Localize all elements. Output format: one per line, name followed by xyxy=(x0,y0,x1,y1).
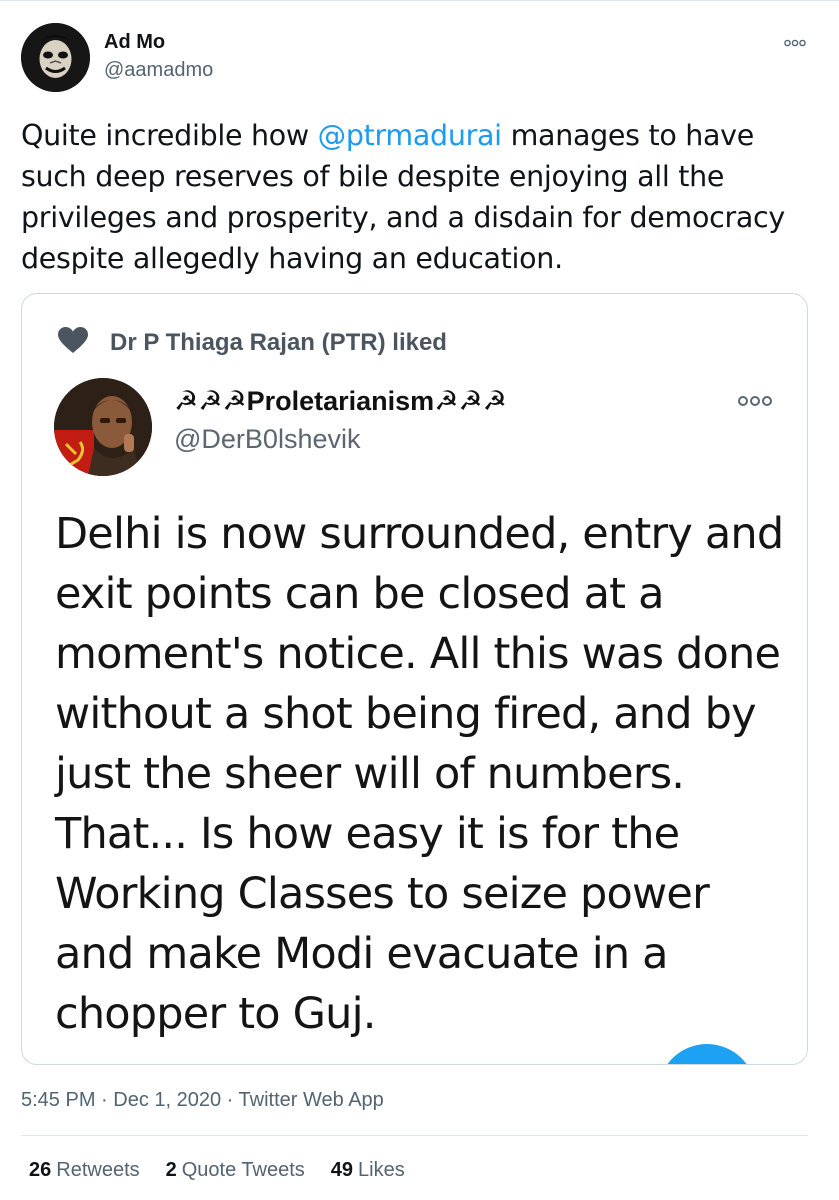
heart-icon xyxy=(58,327,88,359)
tweet-text: Quite incredible how @ptrmadurai manages… xyxy=(21,115,811,279)
divider xyxy=(21,1135,808,1136)
more-options-icon[interactable] xyxy=(780,33,810,53)
author-name[interactable]: Ad Mo xyxy=(104,31,165,54)
tweet-page: Ad Mo @aamadmo Quite incredible how @ptr… xyxy=(0,0,839,1200)
mention-link[interactable]: @ptrmadurai xyxy=(318,119,502,152)
retweets-label: Retweets xyxy=(56,1159,140,1181)
retweets-count: 26 xyxy=(29,1159,52,1181)
likes-count: 49 xyxy=(330,1159,354,1181)
compose-fab xyxy=(658,1044,756,1064)
embedded-more-icon xyxy=(737,391,773,411)
attached-image[interactable]: Dr P Thiaga Rajan (PTR) liked ☭☭☭Proleta… xyxy=(21,293,808,1065)
embedded-handle: @DerB0lshevik xyxy=(174,424,361,454)
quote-tweets-count: 2 xyxy=(165,1159,177,1181)
tweet-text-before: Quite incredible how xyxy=(21,119,318,152)
embedded-tweet-text: Delhi is now surrounded, entry and exit … xyxy=(55,509,784,1039)
likes-stat[interactable]: 49 Likes xyxy=(331,1159,405,1182)
author-handle[interactable]: @aamadmo xyxy=(104,59,213,82)
embedded-name: ☭☭☭Proletarianism☭☭☭ xyxy=(174,386,507,416)
liked-by-text: Dr P Thiaga Rajan (PTR) liked xyxy=(110,329,447,356)
embedded-avatar xyxy=(54,378,152,476)
quote-tweets-stat[interactable]: 2 Quote Tweets xyxy=(166,1159,305,1182)
retweets-stat[interactable]: 26 Retweets xyxy=(29,1159,140,1182)
likes-label: Likes xyxy=(358,1159,405,1181)
quote-tweets-label: Quote Tweets xyxy=(181,1159,305,1181)
author-avatar[interactable] xyxy=(21,23,90,92)
tweet-meta[interactable]: 5:45 PM · Dec 1, 2020 · Twitter Web App xyxy=(21,1089,384,1112)
liked-by-row: Dr P Thiaga Rajan (PTR) liked xyxy=(58,326,447,360)
tweet-stats: 26 Retweets 2 Quote Tweets 49 Likes xyxy=(29,1159,431,1182)
